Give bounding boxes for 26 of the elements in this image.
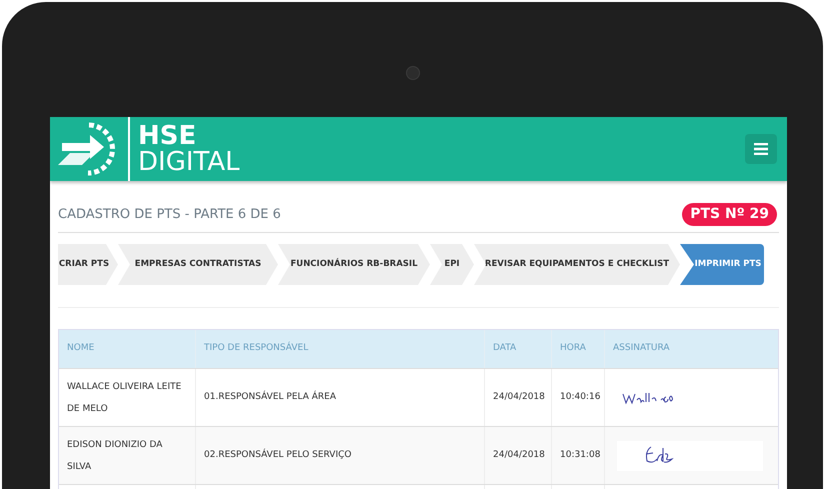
column-header: ASSINATURA: [613, 342, 670, 356]
camera-icon: [406, 66, 420, 80]
step-tab[interactable]: IMPRIMIR PTS: [680, 244, 764, 285]
step-tab[interactable]: FUNCIONÁRIOS RB-BRASIL: [278, 244, 430, 285]
table-cell-text: WALLACE OLIVEIRA LEITE DE MELO: [67, 380, 182, 416]
table-cell-text: 10:40:16: [560, 390, 600, 404]
logo-text: HSE: [138, 123, 196, 149]
step-tab[interactable]: REVISAR EQUIPAMENTOS E CHECKLIST: [474, 244, 680, 285]
menu-button[interactable]: [745, 134, 777, 164]
page-title: CADASTRO DE PTS - PARTE 6 DE 6: [58, 206, 281, 224]
table-cell-text: 01.RESPONSÁVEL PELA ÁREA: [204, 390, 336, 404]
column-header: HORA: [560, 342, 586, 356]
table-cell-text: 24/04/2018: [493, 390, 545, 404]
step-tab[interactable]: CRIAR PTS: [58, 244, 118, 285]
step-tab[interactable]: EPI: [430, 244, 474, 285]
column-header: TIPO DE RESPONSÁVEL: [204, 342, 308, 356]
table-cell-text: 24/04/2018: [493, 448, 545, 462]
table-cell-text: 10:31:08: [560, 448, 600, 462]
pts-number-badge: PTS Nº 29: [682, 203, 777, 226]
table-cell-text: EDISON DIONIZIO DA SILVA: [67, 438, 164, 474]
column-header: NOME: [67, 342, 94, 356]
table-cell-text: 02.RESPONSÁVEL PELO SERVIÇO: [204, 448, 352, 462]
menu-icon: [754, 143, 768, 155]
column-header: DATA: [493, 342, 516, 356]
step-tab[interactable]: EMPRESAS CONTRATISTAS: [118, 244, 278, 285]
logo-text: DIGITAL: [138, 149, 240, 175]
